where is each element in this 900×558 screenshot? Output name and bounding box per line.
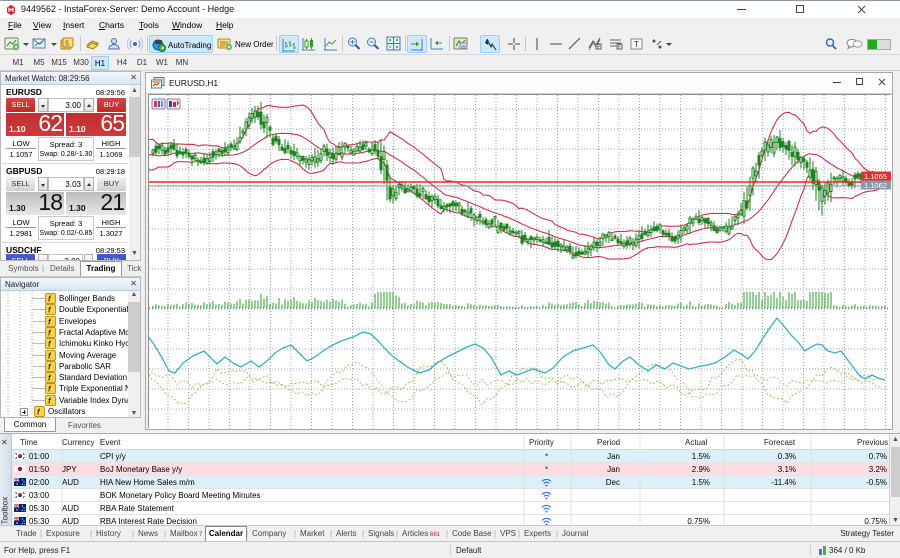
svg-text:1.1065: 1.1065: [864, 172, 887, 181]
svg-text:1.1062: 1.1062: [864, 181, 887, 190]
svg-text:T: T: [634, 40, 639, 49]
svg-text:F: F: [597, 45, 600, 51]
svg-text:$: $: [65, 41, 69, 48]
svg-text:F: F: [618, 45, 621, 51]
